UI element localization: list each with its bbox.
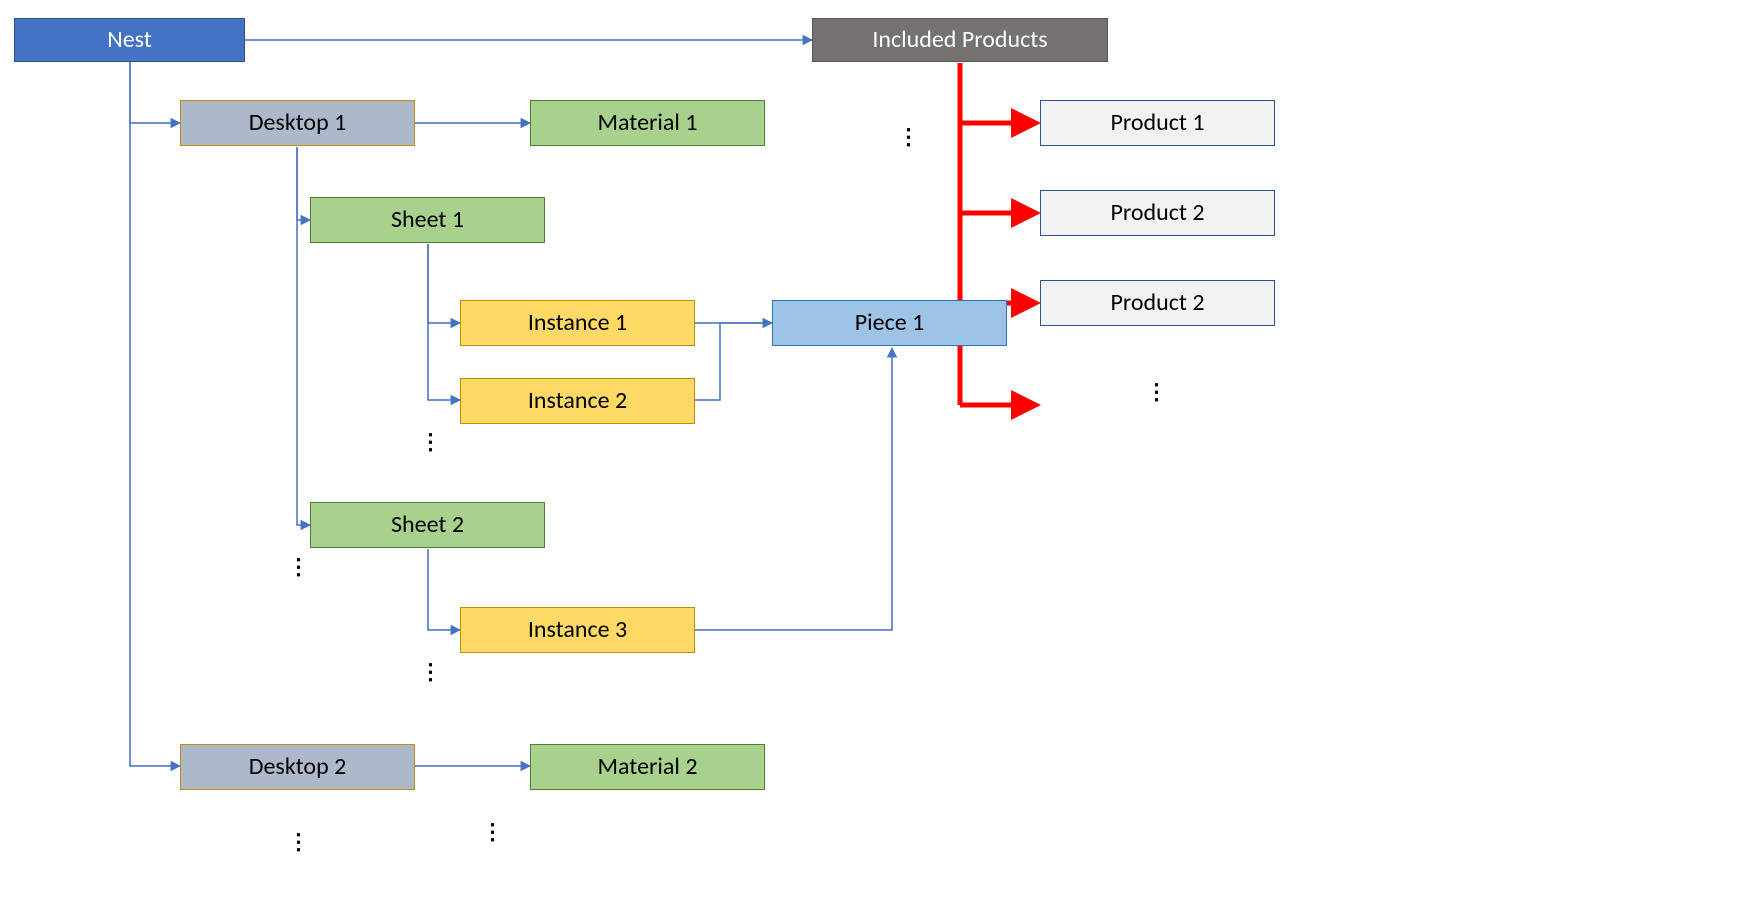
diagram-canvas: Nest Included Products Desktop 1 Materia… [0, 0, 1757, 906]
node-instance-3: Instance 3 [460, 607, 695, 653]
ellipsis-icon: ⋮ [482, 820, 504, 841]
ellipsis-icon: ⋮ [1146, 380, 1168, 401]
ellipsis-icon: ⋮ [898, 125, 920, 146]
node-included-products: Included Products [812, 18, 1108, 62]
node-nest: Nest [14, 18, 245, 62]
node-sheet-1: Sheet 1 [310, 197, 545, 243]
ellipsis-icon: ⋮ [420, 660, 442, 681]
node-material-1: Material 1 [530, 100, 765, 146]
ellipsis-icon: ⋮ [288, 555, 310, 576]
node-product-2a: Product 2 [1040, 190, 1275, 236]
node-desktop-2: Desktop 2 [180, 744, 415, 790]
node-material-2: Material 2 [530, 744, 765, 790]
node-piece-1: Piece 1 [772, 300, 1007, 346]
node-product-1: Product 1 [1040, 100, 1275, 146]
node-instance-1: Instance 1 [460, 300, 695, 346]
node-sheet-2: Sheet 2 [310, 502, 545, 548]
ellipsis-icon: ⋮ [288, 830, 310, 851]
node-product-2b: Product 2 [1040, 280, 1275, 326]
node-desktop-1: Desktop 1 [180, 100, 415, 146]
ellipsis-icon: ⋮ [420, 430, 442, 451]
node-instance-2: Instance 2 [460, 378, 695, 424]
